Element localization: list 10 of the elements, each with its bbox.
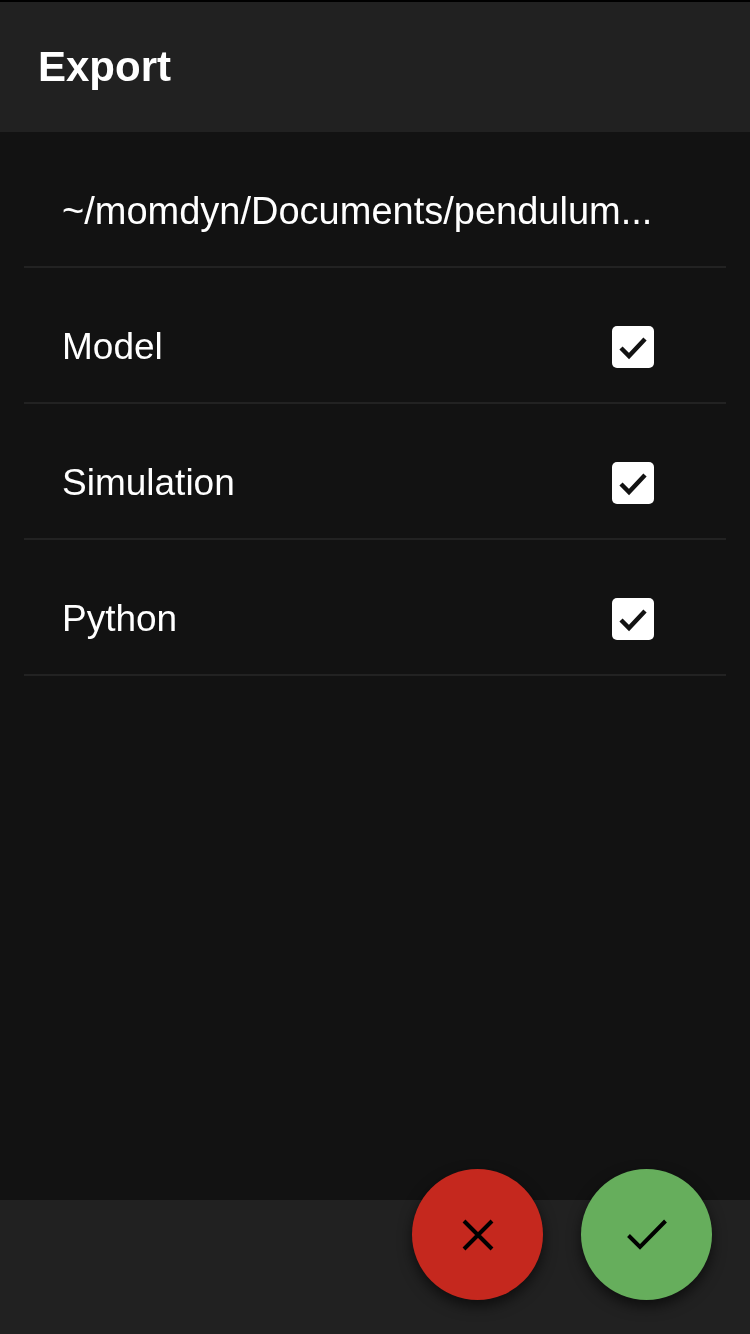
file-path[interactable]: ~/momdyn/Documents/pendulum...	[62, 182, 653, 240]
page-title: Export	[38, 46, 171, 88]
option-label: Simulation	[62, 461, 235, 506]
checkmark-icon	[626, 1219, 667, 1250]
checked-checkbox[interactable]	[612, 326, 654, 368]
option-label: Python	[62, 597, 178, 642]
close-icon	[461, 1218, 494, 1251]
checked-checkbox[interactable]	[612, 462, 654, 504]
checked-checkbox[interactable]	[612, 598, 654, 640]
option-label: Model	[62, 325, 163, 370]
